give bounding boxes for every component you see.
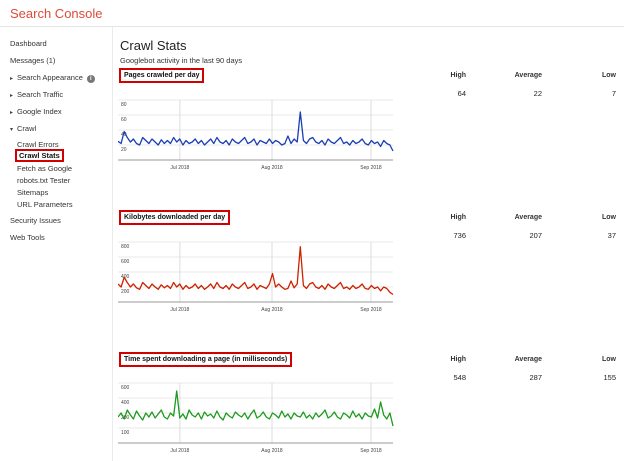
- stat-value-average: 22: [533, 89, 542, 98]
- stat-value-average: 207: [529, 231, 542, 240]
- sidebar-item-label: Search Traffic: [17, 90, 64, 99]
- x-tick-label: Aug 2018: [261, 448, 283, 453]
- stat-header-high: High: [450, 356, 466, 363]
- stat-header-low: Low: [602, 214, 616, 221]
- y-tick-label: 600: [121, 259, 130, 265]
- stat-header-high: High: [450, 72, 466, 79]
- y-tick-label: 600: [121, 385, 130, 391]
- page-subtitle: Googlebot activity in the last 90 days: [120, 56, 243, 65]
- sidebar-item-label: Sitemaps: [17, 188, 49, 197]
- x-tick-label: Aug 2018: [261, 165, 283, 170]
- caret-right-icon: ▸: [10, 76, 14, 82]
- stat-header-low: Low: [602, 356, 616, 363]
- stat-header-average: Average: [514, 356, 542, 363]
- stat-value-low: 155: [603, 373, 616, 382]
- page-title: Crawl Stats: [120, 38, 187, 53]
- stat-header-low: Low: [602, 72, 616, 79]
- sidebar-item-crawl-stats[interactable]: Crawl Stats: [15, 149, 64, 162]
- sidebar-item-messages-1[interactable]: Messages (1): [10, 56, 55, 65]
- stat-value-high: 64: [457, 89, 466, 98]
- sidebar-item-crawl-errors[interactable]: Crawl Errors: [17, 140, 59, 149]
- y-tick-label: 400: [121, 400, 130, 406]
- sidebar-item-sitemaps[interactable]: Sitemaps: [17, 188, 48, 197]
- chart-section-title: Time spent downloading a page (in millis…: [119, 352, 293, 367]
- sidebar-item-search-traffic[interactable]: ▸ Search Traffic: [10, 90, 63, 99]
- sidebar: Dashboard Messages (1) ▸ Search Appearance i…: [0, 27, 113, 461]
- sidebar-item-label: Crawl Errors: [17, 140, 59, 149]
- line-chart: 600400200100Jul 2018 Aug 2018 Sep 2018: [118, 382, 394, 453]
- sidebar-item-robots-txt-tester[interactable]: robots.txt Tester: [17, 176, 70, 185]
- sidebar-item-label: Crawl Stats: [15, 149, 64, 162]
- y-tick-label: 80: [121, 102, 127, 108]
- sidebar-item-fetch-as-google[interactable]: Fetch as Google: [17, 164, 72, 173]
- info-icon[interactable]: i: [86, 75, 95, 83]
- x-tick-label: Sep 2018: [360, 165, 382, 170]
- sidebar-item-search-appearance[interactable]: ▸ Search Appearance i: [10, 73, 95, 83]
- stat-header-average: Average: [514, 214, 542, 221]
- x-tick-label: Jul 2018: [170, 448, 189, 453]
- stat-value-low: 7: [611, 89, 616, 98]
- series-line: [118, 390, 394, 427]
- sidebar-item-label: Fetch as Google: [17, 164, 73, 173]
- x-tick-label: Sep 2018: [360, 448, 382, 453]
- sidebar-item-url-parameters[interactable]: URL Parameters: [17, 200, 73, 209]
- x-tick-label: Aug 2018: [261, 307, 283, 312]
- app-title[interactable]: Search Console: [10, 6, 103, 21]
- sidebar-item-label: Crawl: [17, 124, 37, 133]
- sidebar-item-label: Web Tools: [10, 233, 45, 242]
- y-tick-label: 60: [121, 117, 127, 123]
- sidebar-item-web-tools[interactable]: Web Tools: [10, 233, 45, 242]
- sidebar-item-label: robots.txt Tester: [17, 176, 71, 185]
- series-line: [118, 246, 394, 296]
- chart-section-title: Kilobytes downloaded per day: [119, 210, 231, 225]
- sidebar-item-label: Dashboard: [10, 39, 47, 48]
- x-tick-label: Sep 2018: [360, 307, 382, 312]
- sidebar-item-label: Security Issues: [10, 216, 61, 225]
- stat-value-high: 548: [453, 373, 466, 382]
- sidebar-item-security-issues[interactable]: Security Issues: [10, 216, 61, 225]
- caret-down-icon: ▾: [10, 127, 14, 133]
- caret-right-icon: ▸: [10, 110, 14, 116]
- stat-value-high: 736: [453, 231, 466, 240]
- stat-value-average: 287: [529, 373, 542, 382]
- sidebar-item-label: Search Appearance: [17, 73, 83, 82]
- y-tick-label: 100: [121, 430, 130, 436]
- stat-header-high: High: [450, 214, 466, 221]
- sidebar-item-dashboard[interactable]: Dashboard: [10, 39, 47, 48]
- y-tick-label: 20: [121, 147, 127, 153]
- sidebar-item-label: Google Index: [17, 107, 62, 116]
- line-chart: 800600400200Jul 2018 Aug 2018 Sep 2018: [118, 241, 394, 312]
- x-tick-label: Jul 2018: [170, 307, 189, 312]
- stat-value-low: 37: [607, 231, 616, 240]
- line-chart: 80604020Jul 2018 Aug 2018 Sep 2018: [118, 99, 394, 170]
- y-tick-label: 200: [121, 289, 130, 295]
- x-tick-label: Jul 2018: [170, 165, 189, 170]
- stat-header-average: Average: [514, 72, 542, 79]
- caret-right-icon: ▸: [10, 93, 14, 99]
- sidebar-item-label: URL Parameters: [17, 200, 73, 209]
- y-tick-label: 800: [121, 244, 130, 250]
- sidebar-item-label: Messages (1): [10, 56, 56, 65]
- sidebar-item-google-index[interactable]: ▸ Google Index: [10, 107, 62, 116]
- chart-section-title: Pages crawled per day: [119, 68, 205, 83]
- sidebar-item-crawl[interactable]: ▾ Crawl: [10, 124, 36, 133]
